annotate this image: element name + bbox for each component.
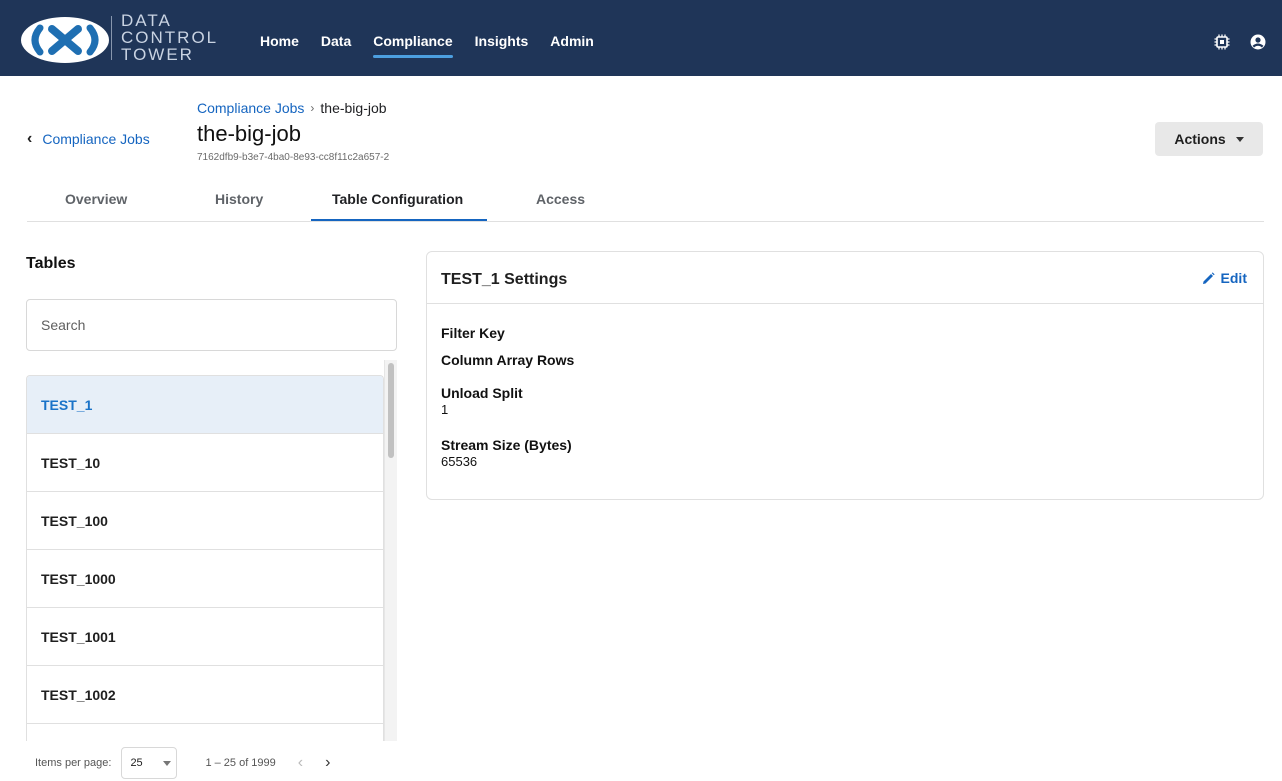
table-list: TEST_1 TEST_10 TEST_100 TEST_1000 TEST_1… (26, 375, 384, 741)
field-unload-split: Unload Split 1 (441, 385, 523, 417)
search-input[interactable] (26, 299, 397, 351)
chevron-left-icon: ‹ (27, 130, 33, 147)
table-list-item[interactable]: TEST_1001 (27, 608, 383, 666)
field-value: 1 (441, 402, 449, 417)
table-list-item-partial[interactable] (27, 724, 383, 741)
field-column-array-rows: Column Array Rows (441, 352, 574, 369)
table-list-item[interactable]: TEST_10 (27, 434, 383, 492)
tab-table-configuration[interactable]: Table Configuration (332, 191, 463, 207)
tab-overview[interactable]: Overview (65, 191, 127, 207)
active-tab-indicator (311, 219, 487, 221)
table-list-item[interactable]: TEST_1002 (27, 666, 383, 724)
breadcrumb: Compliance Jobs › the-big-job (197, 100, 387, 116)
page-range-label: 1 – 25 of 1999 (205, 757, 276, 769)
tab-history[interactable]: History (215, 191, 263, 207)
logo-text-line: TOWER (121, 45, 194, 64)
settings-card-header: TEST_1 Settings Edit (427, 252, 1263, 304)
actions-button[interactable]: Actions (1155, 122, 1263, 156)
tables-title: Tables (26, 255, 76, 272)
settings-card: TEST_1 Settings Edit Filter Key Column A… (426, 251, 1264, 500)
logo-icon[interactable] (18, 14, 113, 66)
field-label: Column Array Rows (441, 352, 575, 368)
table-list-item[interactable]: TEST_1 (27, 376, 383, 434)
caret-down-icon (1235, 136, 1244, 142)
items-per-page-label: Items per page: (35, 757, 112, 769)
back-link-label: Compliance Jobs (42, 131, 150, 147)
pencil-icon (1202, 271, 1215, 284)
caret-down-icon (162, 760, 171, 766)
main-nav: Home Data Compliance Insights Admin (260, 33, 616, 58)
nav-admin[interactable]: Admin (550, 33, 594, 55)
tab-access[interactable]: Access (536, 191, 585, 207)
chip-icon[interactable] (1214, 34, 1230, 50)
account-icon[interactable] (1250, 34, 1266, 50)
top-nav-bar: DATA CONTROL TOWER Home Data Compliance … (0, 0, 1282, 76)
nav-data[interactable]: Data (321, 33, 351, 55)
page-size-value: 25 (130, 757, 143, 769)
job-id: 7162dfb9-b3e7-4ba0-8e93-cc8f11c2a657-2 (197, 152, 390, 163)
field-value: 65536 (441, 454, 478, 469)
edit-button-label: Edit (1220, 270, 1247, 286)
table-list-item[interactable]: TEST_100 (27, 492, 383, 550)
nav-insights[interactable]: Insights (475, 33, 529, 55)
scrollbar[interactable] (384, 360, 397, 741)
nav-compliance[interactable]: Compliance (373, 33, 453, 58)
field-label: Filter Key (441, 325, 505, 341)
actions-button-label: Actions (1174, 131, 1226, 147)
tab-bar: Overview History Table Configuration Acc… (27, 178, 1264, 222)
breadcrumb-current: the-big-job (320, 100, 387, 116)
field-label: Unload Split (441, 385, 523, 401)
previous-page-icon[interactable]: ‹ (298, 754, 303, 772)
logo-text: DATA CONTROL TOWER (121, 12, 218, 63)
breadcrumb-separator-icon: › (310, 101, 315, 115)
settings-title: TEST_1 Settings (441, 271, 568, 288)
logo-divider (111, 16, 112, 60)
table-list-item[interactable]: TEST_1000 (27, 550, 383, 608)
nav-home[interactable]: Home (260, 33, 299, 55)
scrollbar-thumb[interactable] (388, 363, 394, 458)
top-icons (1214, 34, 1266, 50)
breadcrumb-parent[interactable]: Compliance Jobs (197, 100, 304, 116)
page-size-select[interactable]: 25 (121, 747, 178, 779)
page-title: the-big-job (197, 121, 301, 146)
field-label: Stream Size (Bytes) (441, 437, 572, 453)
logo-text-line: DATA (121, 11, 172, 30)
next-page-icon[interactable]: › (325, 754, 330, 772)
field-stream-size: Stream Size (Bytes) 65536 (441, 437, 572, 469)
edit-button[interactable]: Edit (1202, 270, 1247, 286)
back-link[interactable]: ‹ Compliance Jobs (27, 130, 150, 148)
logo-text-line: CONTROL (121, 28, 219, 47)
paginator: Items per page: 25 1 – 25 of 1999 ‹ › (35, 747, 330, 779)
field-filter-key: Filter Key (441, 325, 505, 342)
